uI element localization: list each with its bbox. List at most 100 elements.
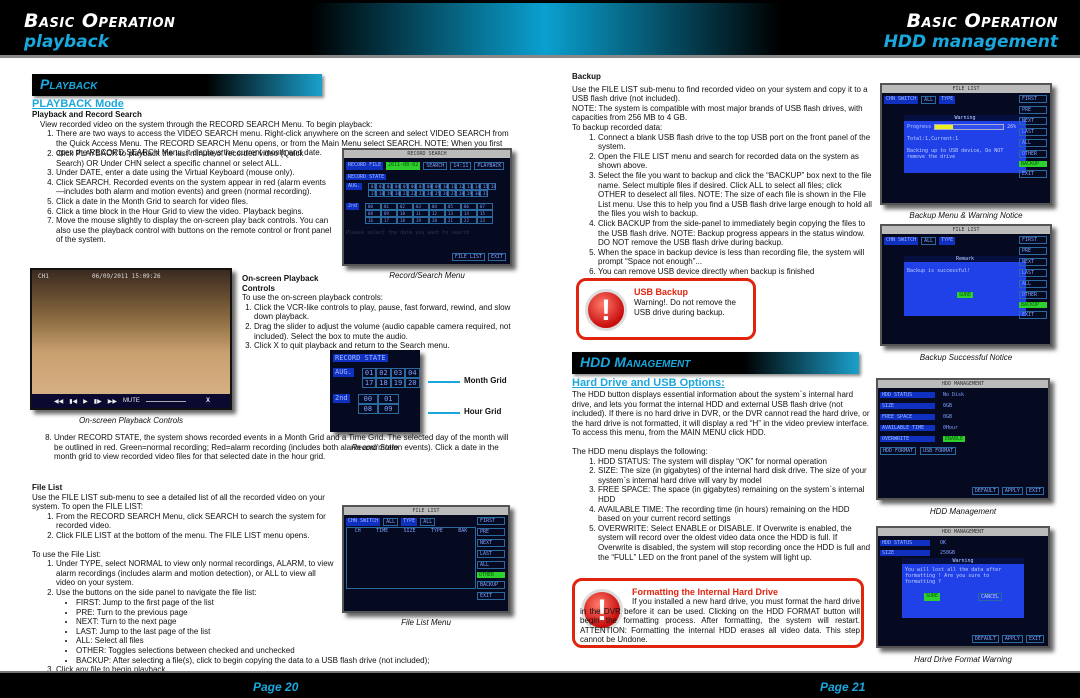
exit-button[interactable]: EXIT [1025,635,1044,643]
exit-button[interactable]: EXIT [1025,487,1044,495]
hour-cell[interactable]: 01 [378,394,399,404]
day-cell[interactable]: 18 [376,190,385,197]
hour-cell[interactable]: 01 [381,203,398,210]
hour-cell[interactable]: 08 [357,404,379,414]
day-cell[interactable]: 17 [361,378,377,388]
pre-button[interactable]: PRE [1019,106,1047,114]
sure-button[interactable]: SURE [923,593,941,601]
mute-checkbox[interactable]: MUTE [123,398,140,404]
day-cell[interactable]: 28 [456,190,465,197]
hour-cell[interactable]: 00 [357,394,379,404]
hour-cell[interactable]: 02 [397,203,414,210]
day-cell[interactable]: 15 [480,183,489,190]
day-cell[interactable]: 25 [432,190,441,197]
channel-select[interactable]: ALL [383,518,399,526]
day-cell[interactable]: 05 [400,183,409,190]
rewind-icon[interactable]: ◀◀ [54,398,63,405]
search-button[interactable]: SEARCH [423,162,448,170]
all-button[interactable]: ALL [477,561,505,569]
day-cell[interactable]: 21 [400,190,409,197]
day-cell[interactable]: 01 [361,368,377,378]
hour-cell[interactable]: 17 [381,217,398,224]
last-button[interactable]: LAST [477,550,505,558]
day-cell[interactable]: 19 [384,190,393,197]
hour-cell[interactable]: 16 [365,217,382,224]
first-button[interactable]: FIRST [1019,95,1047,103]
overwrite-select[interactable]: ENABLE [943,436,966,442]
previous-icon[interactable]: ▮◀ [69,398,77,405]
day-cell[interactable]: 27 [448,190,457,197]
apply-button[interactable]: APPLY [1001,635,1023,643]
step-icon[interactable]: ▮▶ [94,398,102,405]
day-cell[interactable]: 01 [368,183,377,190]
volume-slider[interactable] [145,400,186,402]
day-cell[interactable]: 04 [392,183,401,190]
other-button[interactable]: OTHER [477,572,505,578]
fast-forward-icon[interactable]: ▶▶ [108,398,117,405]
day-cell[interactable]: 19 [390,378,406,388]
day-cell[interactable]: 03 [390,368,406,378]
hour-cell[interactable]: 12 [429,210,446,217]
day-cell[interactable]: 09 [432,183,441,190]
hour-cell[interactable]: 07 [477,203,494,210]
day-cell[interactable]: 11 [448,183,457,190]
hour-cell[interactable]: 13 [445,210,462,217]
next-button[interactable]: NEXT [477,539,505,547]
day-cell[interactable]: 26 [440,190,449,197]
exit-button[interactable]: EXIT [487,253,506,261]
hour-cell[interactable]: 06 [461,203,478,210]
ok-button[interactable]: SURE [956,292,974,298]
day-cell[interactable]: 22 [408,190,417,197]
exit-button[interactable]: EXIT [1019,170,1047,178]
usb-format-button[interactable]: USB FORMAT [920,447,957,455]
hour-cell[interactable]: 21 [445,217,462,224]
channel-select[interactable]: ALL [921,96,937,104]
hour-cell[interactable]: 23 [477,217,494,224]
day-cell[interactable]: 20 [392,190,401,197]
day-cell[interactable]: 18 [376,378,391,388]
day-cell[interactable]: 04 [405,368,420,378]
file-list-button[interactable]: FILE LIST [451,253,485,261]
hour-cell[interactable]: 19 [413,217,430,224]
date-field[interactable]: 2011-08-02 [386,162,421,170]
other-button[interactable]: OTHER [1019,150,1047,158]
backup-button[interactable]: BACKUP [1019,161,1047,167]
day-cell[interactable]: 31 [480,190,489,197]
hour-cell[interactable]: 00 [365,203,382,210]
all-button[interactable]: ALL [1019,280,1047,288]
backup-button[interactable]: BACKUP [477,581,505,589]
hour-cell[interactable]: 11 [413,210,430,217]
hour-cell[interactable]: 10 [397,210,414,217]
hour-cell[interactable]: 05 [445,203,462,210]
hour-cell[interactable]: 15 [477,210,494,217]
day-cell[interactable]: 12 [456,183,465,190]
first-button[interactable]: FIRST [1019,236,1047,244]
day-cell[interactable]: 17 [368,190,377,197]
hour-cell[interactable]: 08 [365,210,382,217]
channel-select[interactable]: ALL [921,237,937,245]
last-button[interactable]: LAST [1019,128,1047,136]
hour-cell[interactable]: 09 [378,404,399,414]
exit-button[interactable]: EXIT [477,592,505,600]
hour-cell[interactable]: 20 [429,217,446,224]
time-field[interactable]: 14:11 [450,162,472,170]
play-icon[interactable]: ▶ [83,398,88,405]
day-cell[interactable]: 06 [408,183,417,190]
close-button[interactable]: X [206,398,210,404]
day-cell[interactable]: 02 [376,368,391,378]
hour-cell[interactable]: 22 [461,217,478,224]
apply-button[interactable]: APPLY [1001,487,1023,495]
hour-cell[interactable]: 04 [429,203,446,210]
default-button[interactable]: DEFAULT [971,635,999,643]
last-button[interactable]: LAST [1019,269,1047,277]
day-cell[interactable]: 20 [405,378,420,388]
day-cell[interactable]: 03 [384,183,393,190]
day-cell[interactable]: 13 [464,183,473,190]
next-button[interactable]: NEXT [1019,258,1047,266]
day-cell[interactable]: 23 [416,190,425,197]
hour-cell[interactable]: 09 [381,210,398,217]
day-cell[interactable]: 16 [488,183,497,190]
day-cell[interactable]: 07 [416,183,425,190]
day-cell[interactable]: 29 [464,190,473,197]
backup-button[interactable]: BACKUP [1019,302,1047,308]
